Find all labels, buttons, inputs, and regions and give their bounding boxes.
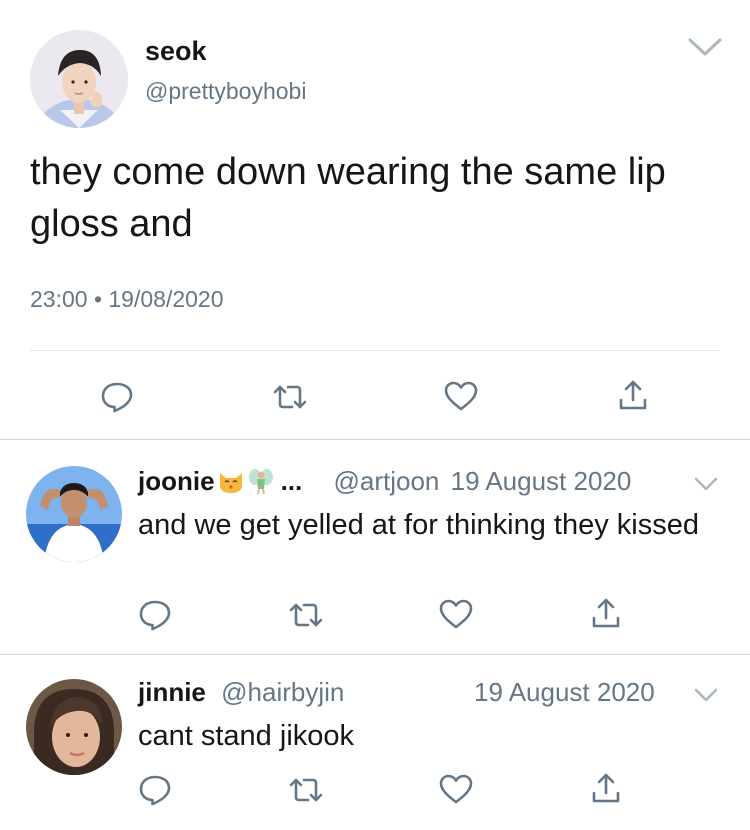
author-name[interactable]: seok [145, 36, 207, 67]
reply-icon[interactable] [138, 598, 172, 632]
retweet-icon[interactable] [288, 600, 324, 630]
reply-header: joonie ... @artjoon 19 August 2020 [138, 466, 631, 497]
tweet-text: and we get yelled at for thinking they k… [138, 509, 699, 541]
retweet-icon[interactable] [288, 775, 324, 805]
avatar[interactable] [26, 679, 122, 775]
avatar-image [30, 30, 128, 128]
tweet-timestamp: 23:00 • 19/08/2020 [30, 286, 224, 312]
share-icon[interactable] [617, 378, 649, 412]
chevron-down-icon[interactable] [693, 687, 719, 703]
avatar-image [26, 466, 122, 562]
avatar[interactable] [30, 30, 128, 128]
reply-date: 19 August 2020 [450, 466, 632, 496]
avatar[interactable] [26, 466, 122, 562]
main-tweet: seok @prettyboyhobi they come down weari… [0, 0, 750, 440]
author-handle[interactable]: @prettyboyhobi [145, 78, 306, 105]
reply-icon[interactable] [100, 380, 134, 414]
author-name[interactable]: jinnie [138, 677, 206, 707]
share-icon[interactable] [590, 596, 622, 630]
author-handle[interactable]: @artjoon [333, 466, 439, 496]
heart-icon[interactable] [438, 773, 474, 805]
share-icon[interactable] [590, 771, 622, 805]
reply-tweet: joonie ... @artjoon 19 August 2020 and w… [0, 440, 750, 654]
tweet-text: they come down wearing the same lip glos… [30, 151, 666, 245]
chevron-down-icon[interactable] [693, 476, 719, 492]
author-handle[interactable]: @hairbyjin [221, 677, 344, 707]
reply-date: 19 August 2020 [474, 677, 655, 707]
heart-icon[interactable] [438, 598, 474, 630]
reply-icon[interactable] [138, 773, 172, 807]
divider [30, 350, 720, 351]
tweet-text: cant stand jikook [138, 720, 355, 752]
kissing-cat-emoji-icon [219, 473, 242, 493]
name-ellipsis: ... [280, 466, 303, 496]
reply-header: jinnie @hairbyjin [138, 677, 344, 708]
author-name[interactable]: joonie [138, 466, 215, 496]
chevron-down-icon[interactable] [687, 36, 723, 58]
retweet-icon[interactable] [272, 382, 308, 412]
reply-tweet: jinnie @hairbyjin 19 August 2020 cant st… [0, 655, 750, 830]
fairy-emoji-icon [248, 469, 273, 495]
avatar-image [26, 679, 122, 775]
heart-icon[interactable] [443, 380, 479, 412]
